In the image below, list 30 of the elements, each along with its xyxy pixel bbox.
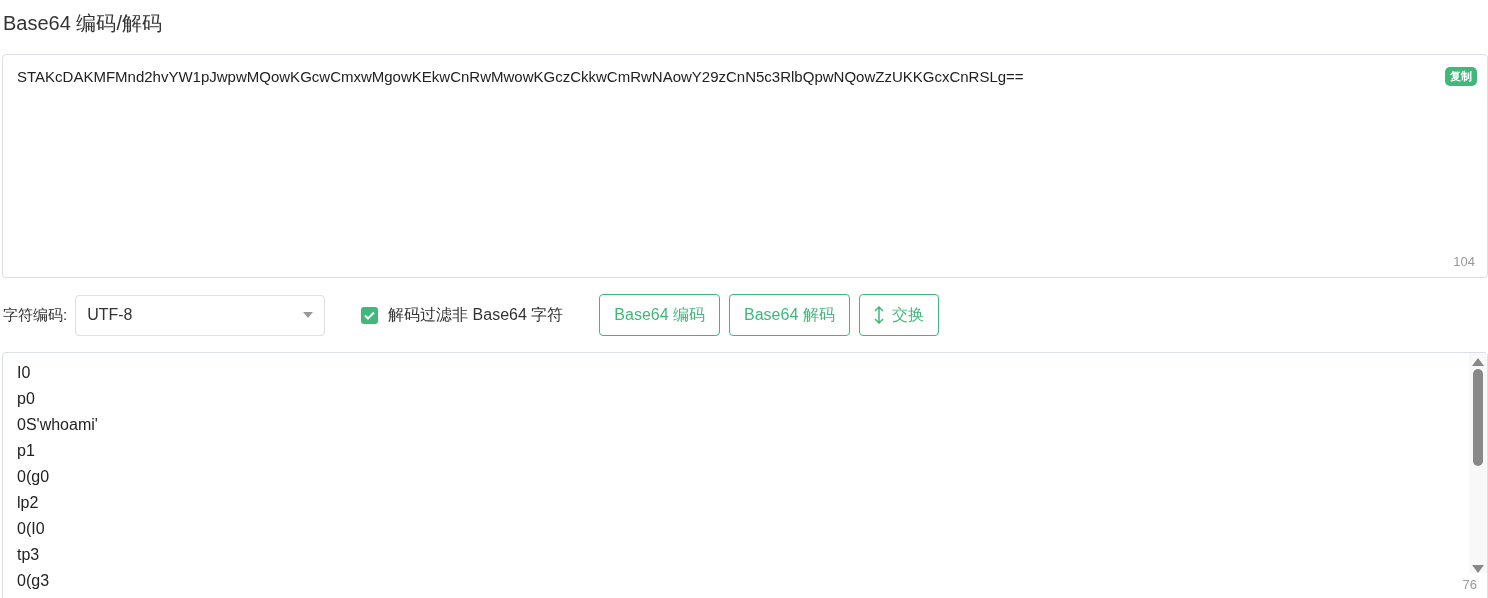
scrollbar[interactable] [1469, 353, 1487, 573]
output-field[interactable]: I0 p0 0S'whoami' p1 0(g0 lp2 0(I0 tp3 0(g3 76 [2, 352, 1488, 598]
charset-select[interactable]: UTF-8 [75, 294, 326, 336]
output-line: 0(g0 [17, 467, 50, 487]
copy-button[interactable]: 复制 [1445, 67, 1477, 86]
swap-button[interactable]: 交换 [858, 294, 939, 336]
scroll-down-icon[interactable] [1472, 565, 1484, 573]
filter-checkbox[interactable] [361, 306, 379, 324]
action-button[interactable]: Base64 编码 [599, 294, 721, 336]
charset-label: 字符编码: [3, 304, 68, 325]
checkmark-icon [364, 310, 376, 320]
output-line: p0 [17, 389, 35, 409]
up-down-arrow-icon [873, 306, 884, 324]
output-line: tp3 [17, 545, 40, 565]
encoded-text: STAKcDAKMFMnd2hvYW1pJwpwMQowKGcwCmxwMgowKEkwCnRwMwowKGczCkkwCmRwNAowY29zCnN5c3RlbQpwNQowZzUKKGcxCnRSLg== [17, 68, 1024, 85]
output-line: 0S'whoami' [17, 415, 98, 435]
output-line: 0(I0 [17, 519, 45, 539]
scroll-up-icon[interactable] [1472, 358, 1484, 366]
output-line: 0(g3 [17, 571, 50, 591]
input-field[interactable]: STAKcDAKMFMnd2hvYW1pJwpwMQowKGcwCmxwMgowKEkwCnRwMwowKGczCkkwCmRwNAowY29zCnN5c3RlbQpwNQowZzUKKGcxCnRSLg== 复制 104 [2, 54, 1488, 278]
page-title: Base64 编码/解码 [3, 11, 162, 36]
output-line: lp2 [17, 493, 39, 513]
output-line: p1 [17, 441, 35, 461]
character-count: 104 [1453, 252, 1475, 271]
scroll-thumb[interactable] [1473, 369, 1483, 466]
filter-label: 解码过滤非 Base64 字符 [388, 305, 564, 325]
action-button[interactable]: Base64 解码 [729, 294, 850, 336]
output-line: I0 [17, 363, 31, 383]
caret-icon [303, 312, 314, 318]
character-count: 76 [1462, 576, 1477, 594]
